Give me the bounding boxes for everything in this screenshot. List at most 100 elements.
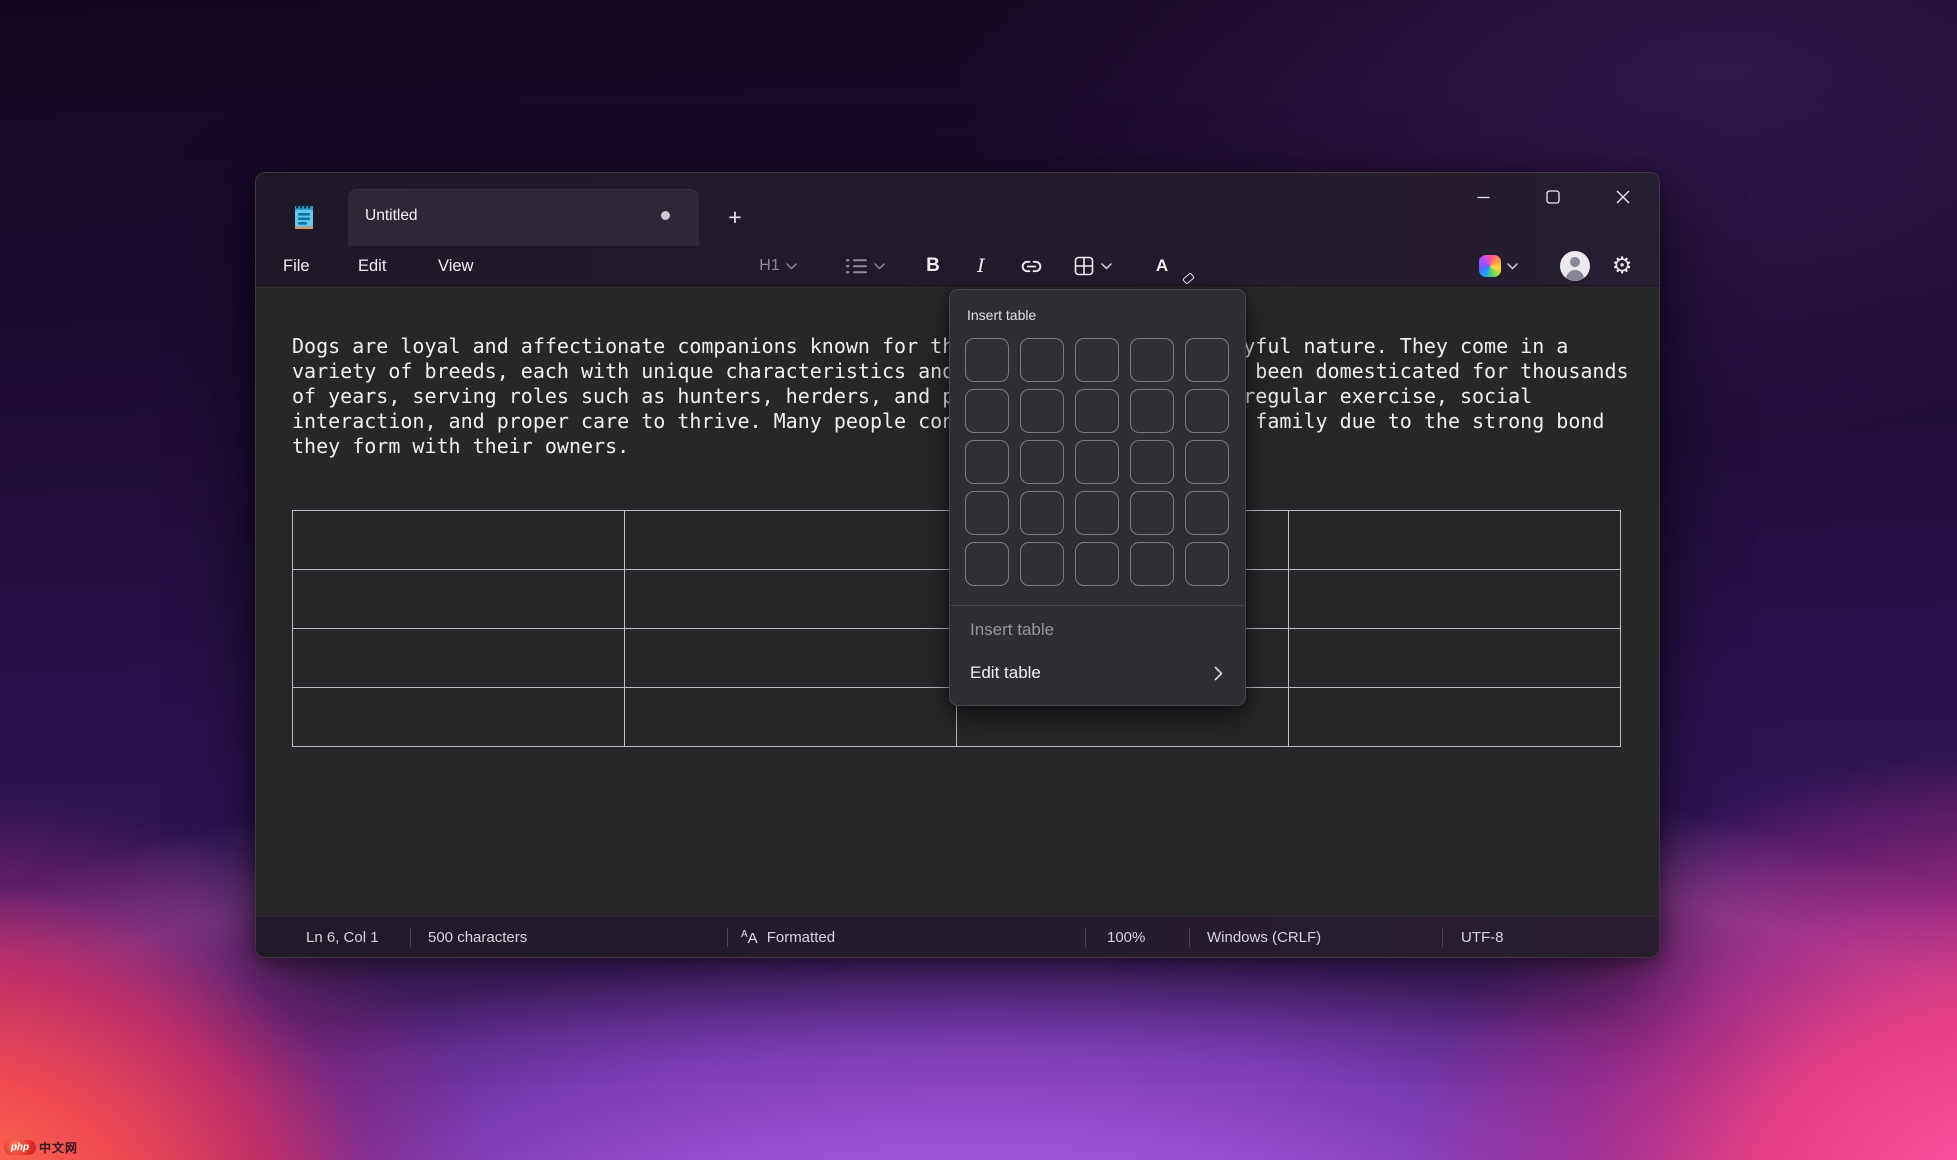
statusbar-divider — [1442, 928, 1443, 947]
statusbar-divider — [1085, 928, 1086, 947]
table-size-cell[interactable] — [1130, 542, 1174, 586]
table-size-cell[interactable] — [965, 491, 1009, 535]
table-size-cell[interactable] — [1130, 338, 1174, 382]
cursor-position: Ln 6, Col 1 — [306, 917, 379, 958]
table-cell[interactable] — [1289, 511, 1621, 570]
maximize-button[interactable] — [1525, 179, 1581, 215]
table-size-cell[interactable] — [1185, 389, 1229, 433]
close-icon — [1616, 190, 1630, 204]
statusbar-divider — [410, 928, 411, 947]
table-size-cell[interactable] — [1020, 440, 1064, 484]
table-size-cell[interactable] — [1075, 491, 1119, 535]
clear-formatting-icon: A — [1156, 256, 1168, 276]
table-size-cell[interactable] — [965, 338, 1009, 382]
chevron-down-icon — [786, 263, 797, 270]
bulleted-list-icon — [846, 257, 868, 275]
italic-button[interactable]: I — [962, 250, 1000, 282]
table-size-cell[interactable] — [965, 542, 1009, 586]
insert-table-label: Insert table — [970, 620, 1054, 640]
table-size-cell[interactable] — [1020, 338, 1064, 382]
close-button[interactable] — [1595, 179, 1651, 215]
table-cell[interactable] — [1289, 629, 1621, 688]
chevron-down-icon — [1507, 263, 1518, 270]
format-mode[interactable]: AA Formatted — [741, 917, 835, 958]
unsaved-changes-dot — [661, 211, 670, 220]
menu-edit[interactable]: Edit — [344, 250, 400, 282]
table-size-cell[interactable] — [1020, 491, 1064, 535]
table-size-cell[interactable] — [1185, 491, 1229, 535]
format-mode-label: Formatted — [767, 929, 835, 946]
minimize-button[interactable] — [1455, 179, 1511, 215]
eraser-icon — [1182, 272, 1195, 284]
avatar-head — [1570, 257, 1580, 267]
line-ending[interactable]: Windows (CRLF) — [1207, 917, 1321, 958]
menu-view[interactable]: View — [424, 250, 487, 282]
watermark-text: 中文网 — [39, 1139, 78, 1156]
table-size-cell[interactable] — [965, 440, 1009, 484]
zoom-level[interactable]: 100% — [1107, 917, 1145, 958]
table-size-cell[interactable] — [1075, 440, 1119, 484]
table-cell[interactable] — [1289, 688, 1621, 747]
table-size-cell[interactable] — [1130, 389, 1174, 433]
notepad-window: Untitled + File Edit View H1 — [255, 172, 1660, 958]
table-size-cell[interactable] — [1075, 389, 1119, 433]
table-size-cell[interactable] — [1130, 440, 1174, 484]
menu-item-insert-table[interactable]: Insert table — [958, 612, 1239, 648]
table-cell[interactable] — [1289, 570, 1621, 629]
table-size-cell[interactable] — [1075, 338, 1119, 382]
heading-style-label: H1 — [759, 257, 779, 275]
table-size-picker[interactable] — [965, 338, 1229, 586]
popup-separator — [950, 605, 1245, 606]
heading-style-button[interactable]: H1 — [744, 250, 812, 282]
table-button[interactable] — [1060, 250, 1124, 282]
statusbar: Ln 6, Col 1 500 characters AA Formatted … — [256, 916, 1659, 957]
bold-button[interactable]: B — [914, 250, 952, 282]
table-cell[interactable] — [625, 511, 957, 570]
table-cell[interactable] — [625, 688, 957, 747]
table-size-cell[interactable] — [1185, 440, 1229, 484]
insert-link-button[interactable] — [1010, 250, 1052, 282]
encoding[interactable]: UTF-8 — [1461, 917, 1504, 958]
list-button[interactable] — [832, 250, 898, 282]
menu-item-edit-table[interactable]: Edit table — [958, 650, 1239, 696]
insert-table-header: Insert table — [967, 307, 1036, 323]
statusbar-divider — [1189, 928, 1190, 947]
table-size-cell[interactable] — [1020, 389, 1064, 433]
table-cell[interactable] — [293, 629, 625, 688]
bold-icon: B — [926, 255, 940, 277]
statusbar-divider — [727, 928, 728, 947]
tab-untitled[interactable]: Untitled — [348, 189, 699, 246]
table-cell[interactable] — [293, 688, 625, 747]
table-size-cell[interactable] — [1185, 338, 1229, 382]
table-size-cell[interactable] — [1020, 542, 1064, 586]
minimize-icon — [1477, 191, 1490, 204]
maximize-icon — [1546, 190, 1560, 204]
character-count: 500 characters — [428, 917, 527, 958]
table-size-cell[interactable] — [1185, 542, 1229, 586]
account-avatar-icon — [1560, 251, 1590, 281]
php-cn-watermark: php 中文网 — [4, 1139, 78, 1155]
chevron-down-icon — [1101, 263, 1112, 270]
account-button[interactable] — [1556, 250, 1594, 282]
table-cell[interactable] — [625, 629, 957, 688]
formatting-aa-icon: AA — [741, 929, 758, 947]
table-size-cell[interactable] — [965, 389, 1009, 433]
copilot-icon — [1479, 255, 1501, 277]
gear-icon: ⚙ — [1612, 253, 1633, 279]
insert-table-dropdown: Insert table Insert table Edit table — [949, 289, 1246, 706]
toolbar: File Edit View H1 B I — [256, 246, 1659, 286]
table-size-cell[interactable] — [1075, 542, 1119, 586]
table-cell[interactable] — [293, 570, 625, 629]
table-cell[interactable] — [293, 511, 625, 570]
settings-button[interactable]: ⚙ — [1602, 250, 1642, 282]
new-tab-button[interactable]: + — [718, 203, 752, 233]
avatar-shoulders — [1566, 270, 1584, 281]
chevron-right-icon — [1214, 666, 1223, 681]
table-size-cell[interactable] — [1130, 491, 1174, 535]
titlebar: Untitled + — [256, 173, 1659, 246]
clear-formatting-button[interactable]: A — [1140, 250, 1184, 282]
copilot-button[interactable] — [1462, 250, 1534, 282]
table-cell[interactable] — [625, 570, 957, 629]
php-logo: php — [4, 1140, 36, 1155]
menu-file[interactable]: File — [269, 250, 324, 282]
